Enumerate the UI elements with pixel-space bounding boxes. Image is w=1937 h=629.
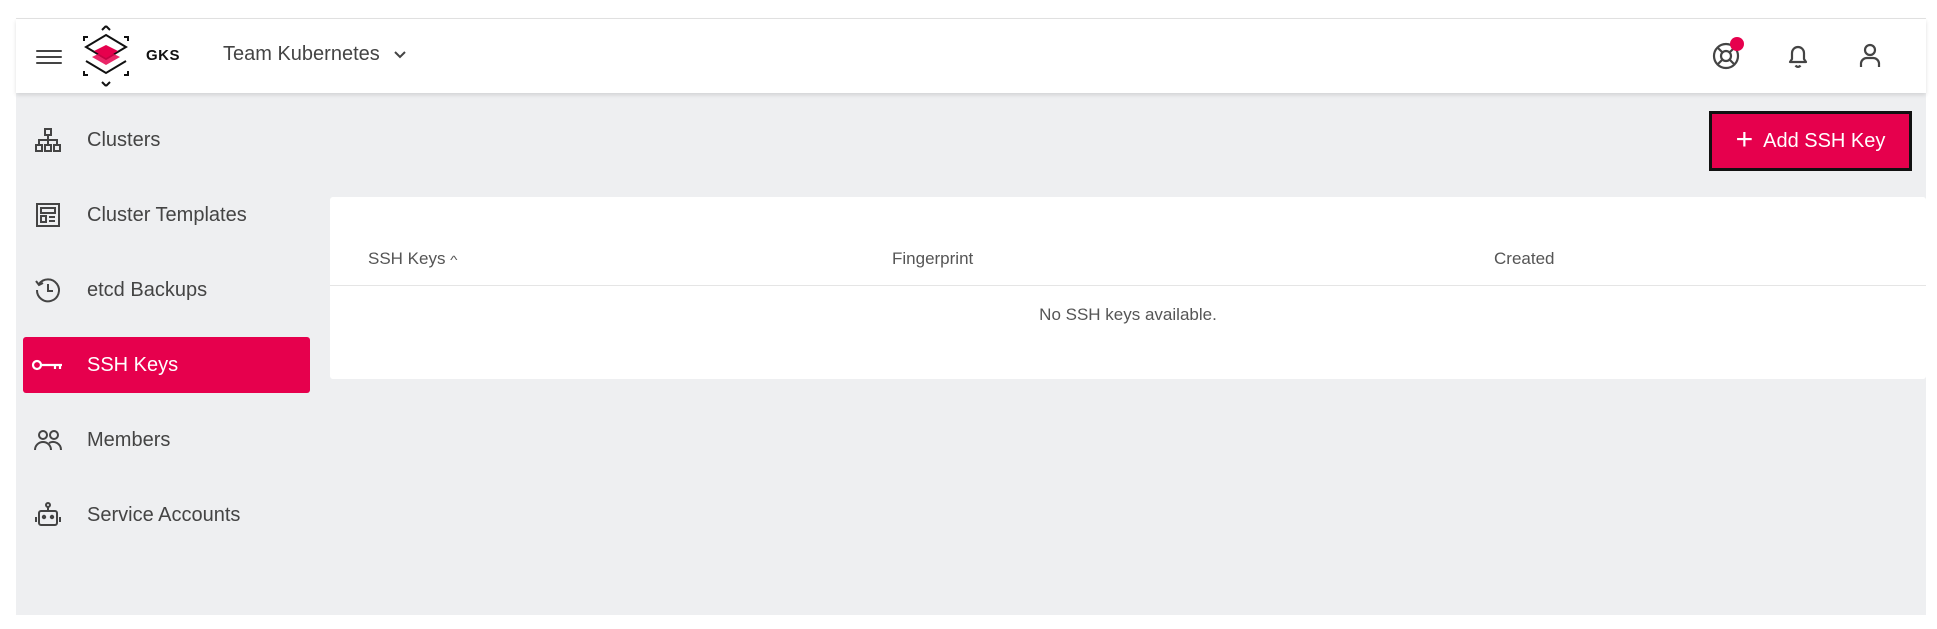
app-frame: GKS Team Kubernetes Clusters Cluster Tem… [16, 18, 1926, 615]
table-header: SSH Keys ^ Fingerprint Created [330, 197, 1926, 286]
project-selector[interactable]: Team Kubernetes [223, 43, 408, 66]
column-header-created: Created [1494, 249, 1555, 268]
history-icon [31, 273, 65, 307]
column-header-label: SSH Keys [368, 249, 446, 268]
top-bar: GKS Team Kubernetes [16, 19, 1926, 93]
empty-state-message: No SSH keys available. [1039, 305, 1217, 324]
sidebar-item-label: SSH Keys [87, 353, 179, 376]
plus-icon: + [1735, 122, 1754, 156]
sidebar-item-label: Service Accounts [87, 503, 241, 526]
key-icon [31, 348, 65, 382]
template-icon [31, 198, 65, 232]
user-icon[interactable] [1854, 39, 1886, 71]
members-icon [31, 423, 65, 457]
gks-logo [83, 25, 129, 87]
column-header-fingerprint: Fingerprint [892, 249, 974, 268]
add-ssh-key-label: Add SSH Key [1763, 129, 1886, 152]
help-icon[interactable] [1710, 37, 1744, 71]
sidebar-item-etcd-backups[interactable]: etcd Backups [23, 262, 310, 318]
add-ssh-key-button[interactable]: + Add SSH Key [1709, 111, 1912, 171]
sidebar-item-ssh-keys[interactable]: SSH Keys [23, 337, 310, 393]
chevron-down-icon [394, 50, 406, 58]
sort-ascending-icon: ^ [450, 253, 458, 267]
notification-dot [1730, 37, 1744, 51]
sidebar-item-members[interactable]: Members [23, 412, 310, 468]
sidebar-item-clusters[interactable]: Clusters [23, 112, 310, 168]
ssh-keys-table: SSH Keys ^ Fingerprint Created No SSH key… [330, 197, 1926, 379]
project-name: Team Kubernetes [223, 43, 380, 65]
logo-text: GKS [146, 47, 181, 64]
sidebar-item-label: Clusters [87, 128, 161, 151]
sidebar-item-service-accounts[interactable]: Service Accounts [23, 487, 310, 543]
sidebar-item-cluster-templates[interactable]: Cluster Templates [23, 187, 310, 243]
robot-icon [31, 498, 65, 532]
bell-icon[interactable] [1782, 39, 1814, 71]
sidebar: Clusters Cluster Templates etcd Backups … [23, 112, 310, 562]
sidebar-item-label: Cluster Templates [87, 203, 247, 226]
sidebar-item-label: Members [87, 428, 171, 451]
menu-icon[interactable] [36, 46, 62, 68]
top-actions [1710, 37, 1886, 71]
column-header-ssh-keys[interactable]: SSH Keys ^ [368, 249, 458, 269]
sidebar-item-label: etcd Backups [87, 278, 208, 301]
sitemap-icon [31, 123, 65, 157]
